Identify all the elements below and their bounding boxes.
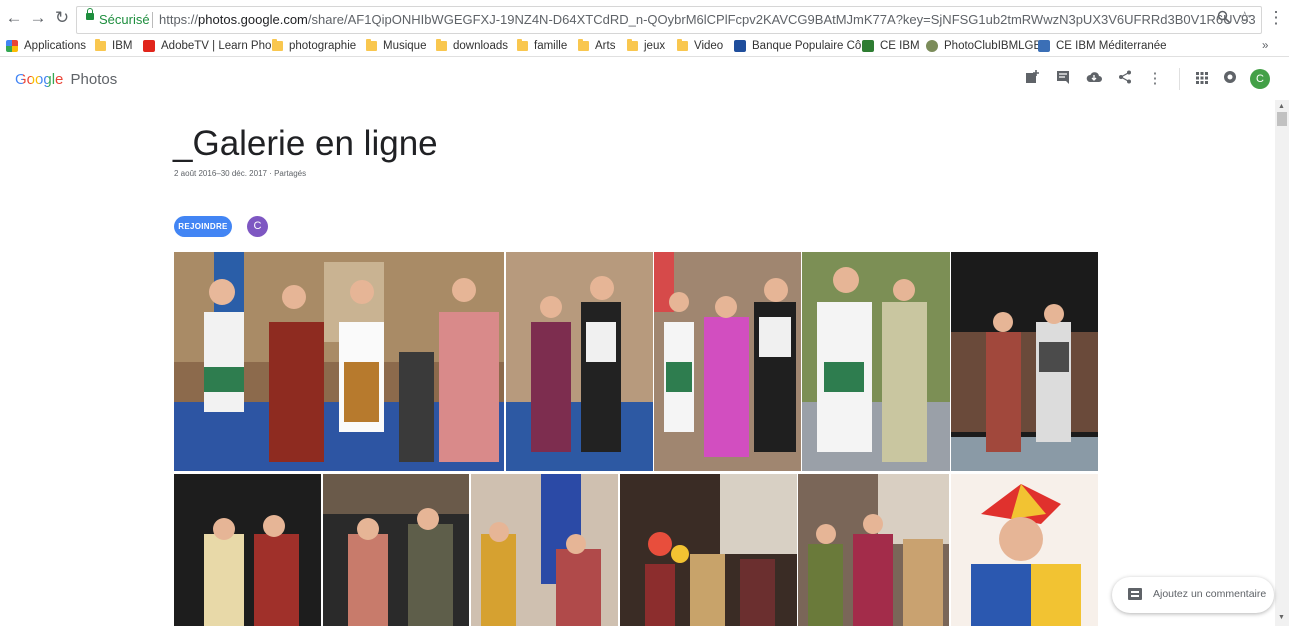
bookmark-label: PhotoClubIBMLGE	[944, 40, 1042, 52]
header-divider	[1179, 68, 1180, 90]
bookmark-banque-populaire[interactable]: Banque Populaire Cô	[734, 38, 861, 54]
photo-tile[interactable]	[798, 474, 949, 626]
photo-tile[interactable]	[174, 252, 504, 471]
page-scrollbar[interactable]	[1275, 100, 1289, 626]
bookmark-label: CE IBM	[880, 40, 920, 52]
photos-wordmark: Photos	[70, 71, 118, 88]
photo-tile[interactable]	[951, 252, 1098, 471]
add-comment-button[interactable]: Ajoutez un commentaire	[1112, 577, 1274, 613]
url-path: /share/AF1QipONHIbWGEGFXJ-19NZ4N-D64XTCd…	[307, 12, 1256, 27]
apps-grid-icon	[6, 40, 18, 52]
bookmark-arts[interactable]: Arts	[578, 38, 615, 54]
photo-tile[interactable]	[802, 252, 950, 471]
download-icon[interactable]	[1085, 70, 1103, 88]
folder-icon	[677, 39, 688, 51]
menu-dots-icon[interactable]: ⋮	[1266, 8, 1286, 28]
bookmark-ce-ibm[interactable]: CE IBM	[862, 38, 920, 54]
bookmarks-overflow-icon[interactable]: »	[1262, 38, 1268, 54]
bookmark-ibm[interactable]: IBM	[95, 38, 132, 54]
bookmark-video[interactable]: Video	[677, 38, 723, 54]
folder-icon	[366, 39, 377, 51]
browser-toolbar: ← → ↻ Sécurisé https://photos.google.com…	[0, 0, 1289, 36]
comment-placeholder: Ajoutez un commentaire	[1153, 588, 1267, 600]
comments-icon[interactable]	[1054, 70, 1072, 88]
share-icon[interactable]	[1116, 70, 1134, 88]
google-wordmark: Google	[15, 71, 64, 88]
url-text: https://photos.google.com/share/AF1QipON…	[159, 12, 1256, 27]
album-meta: 2 août 2016–30 déc. 2017 · Partagés	[174, 169, 307, 178]
bookmark-musique[interactable]: Musique	[366, 38, 426, 54]
forward-arrow-icon[interactable]: →	[28, 8, 48, 28]
scrollbar-thumb[interactable]	[1277, 112, 1287, 126]
member-avatar[interactable]: C	[247, 216, 268, 237]
bookmark-jeux[interactable]: jeux	[627, 38, 665, 54]
bookmark-label: IBM	[112, 40, 133, 52]
photo-tile[interactable]	[620, 474, 797, 626]
bookmark-label: Banque Populaire Cô	[752, 40, 862, 52]
zoom-icon[interactable]	[1217, 10, 1231, 28]
bookmark-famille[interactable]: famille	[517, 38, 567, 54]
address-separator	[152, 12, 153, 28]
bookmark-label: downloads	[453, 40, 508, 52]
bookmark-applications[interactable]: Applications	[6, 38, 86, 54]
bookmark-photographie[interactable]: photographie	[272, 38, 356, 54]
folder-icon	[95, 39, 106, 51]
bookmark-label: famille	[534, 40, 568, 52]
user-avatar[interactable]: C	[1250, 69, 1270, 89]
secure-label: Sécurisé	[99, 12, 150, 27]
bookmark-label: CE IBM Méditerranée	[1056, 40, 1167, 52]
back-arrow-icon[interactable]: ←	[4, 8, 24, 28]
bookmark-label: Applications	[24, 40, 87, 52]
photo-tile[interactable]	[323, 474, 469, 626]
bookmark-label: Arts	[595, 40, 616, 52]
bookmark-downloads[interactable]: downloads	[436, 38, 508, 54]
photo-tile[interactable]	[174, 474, 321, 626]
apps-grid-icon[interactable]	[1193, 70, 1211, 88]
album-title: _Galerie en ligne	[173, 124, 438, 163]
folder-icon	[272, 39, 283, 51]
photo-tile[interactable]	[471, 474, 618, 626]
photoclub-icon	[926, 40, 938, 52]
adobe-icon	[143, 40, 155, 52]
photo-tile[interactable]	[506, 252, 653, 471]
scroll-up-icon[interactable]: ▲	[1278, 103, 1285, 110]
lock-icon	[86, 8, 94, 20]
bookmark-label: Musique	[383, 40, 427, 52]
bookmark-adobetv[interactable]: AdobeTV | Learn Pho	[143, 38, 271, 54]
join-button[interactable]: REJOINDRE	[174, 216, 232, 237]
bookmark-label: photographie	[289, 40, 357, 52]
reload-icon[interactable]: ↻	[52, 8, 72, 28]
folder-icon	[578, 39, 589, 51]
bookmark-label: AdobeTV | Learn Pho	[161, 40, 272, 52]
folder-icon	[627, 39, 638, 51]
ce-ibm-icon	[862, 40, 874, 52]
folder-icon	[517, 39, 528, 51]
ce-ibm-med-icon	[1038, 40, 1050, 52]
add-to-album-icon[interactable]	[1023, 70, 1041, 88]
scroll-down-icon[interactable]: ▼	[1278, 614, 1285, 621]
bookmark-label: Video	[694, 40, 724, 52]
url-scheme: https://	[159, 12, 199, 27]
folder-icon	[436, 39, 447, 51]
photo-tile[interactable]	[951, 474, 1098, 626]
star-icon[interactable]: ☆	[1238, 8, 1251, 26]
bank-icon	[734, 40, 746, 52]
bookmark-ce-ibm-med[interactable]: CE IBM Méditerranée	[1038, 38, 1167, 54]
bookmarks-bar: Applications IBM AdobeTV | Learn Pho pho…	[0, 36, 1289, 57]
notifications-icon[interactable]	[1221, 70, 1239, 88]
bookmark-photoclub[interactable]: PhotoClubIBMLGE	[926, 38, 1041, 54]
more-options-icon[interactable]: ⋮	[1146, 70, 1164, 88]
bookmark-label: jeux	[644, 40, 666, 52]
google-photos-logo[interactable]: Google Photos	[15, 71, 117, 88]
address-bar[interactable]: Sécurisé https://photos.google.com/share…	[76, 6, 1262, 34]
url-host: photos.google.com	[198, 12, 308, 27]
comment-icon	[1128, 588, 1142, 600]
photo-tile[interactable]	[654, 252, 801, 471]
